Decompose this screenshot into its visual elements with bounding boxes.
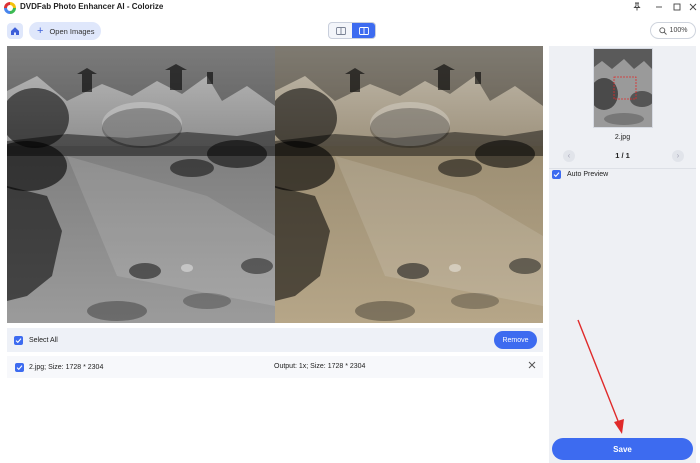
toolbar: + Open Images 100% [0,18,700,44]
auto-preview-checkbox[interactable] [552,170,561,179]
minimize-icon[interactable] [652,1,666,15]
image-thumbnail[interactable] [593,48,653,128]
zoom-control[interactable]: 100% [650,22,696,39]
auto-preview-option[interactable]: Auto Preview [552,170,608,179]
zoom-level: 100% [669,27,688,34]
title-bar: DVDFab Photo Enhancer AI - Colorize [0,0,700,16]
close-icon[interactable] [686,1,700,15]
next-page-button[interactable]: › [672,150,684,162]
home-icon [11,27,19,35]
file-name: 2.jpg; Size: 1728 * 2304 [29,363,104,371]
right-sidebar: 2.jpg ‹ 1 / 1 › Auto Preview Save [549,46,696,463]
maximize-icon[interactable] [670,1,684,15]
split-view-icon [358,26,369,35]
file-list-item[interactable]: 2.jpg; Size: 1728 * 2304 Output: 1x; Siz… [7,356,543,378]
thumbnail-name: 2.jpg [614,134,631,141]
divider [549,168,696,169]
single-view-icon [335,26,346,35]
remove-file-icon[interactable] [526,360,538,372]
app-logo-icon [4,2,16,14]
save-button[interactable]: Save [552,438,693,460]
check-icon [553,172,560,178]
pager: ‹ 1 / 1 › [549,150,696,162]
open-images-button[interactable]: + Open Images [29,22,101,40]
plus-icon: + [37,25,44,37]
file-checkbox[interactable] [15,362,24,372]
select-all-bar: Select All Remove [7,328,543,352]
image-preview[interactable] [7,46,543,323]
preview-photo [7,46,543,323]
check-icon [15,337,22,343]
check-icon [16,364,23,370]
select-all-label: Select All [29,336,58,344]
file-output-info: Output: 1x; Size: 1728 * 2304 [274,363,366,370]
split-view-button[interactable] [352,23,375,38]
single-view-button[interactable] [329,23,352,38]
view-mode-toggle [328,22,376,39]
remove-button[interactable]: Remove [494,331,537,349]
pin-icon[interactable] [630,1,644,15]
app-window: DVDFab Photo Enhancer AI - Colorize + Op… [0,0,700,463]
zoom-icon [658,26,667,35]
auto-preview-label: Auto Preview [567,171,609,178]
home-button[interactable] [7,23,23,39]
app-title: DVDFab Photo Enhancer AI - Colorize [20,2,164,11]
select-all-checkbox[interactable] [14,335,23,345]
open-images-label: Open Images [49,26,95,36]
